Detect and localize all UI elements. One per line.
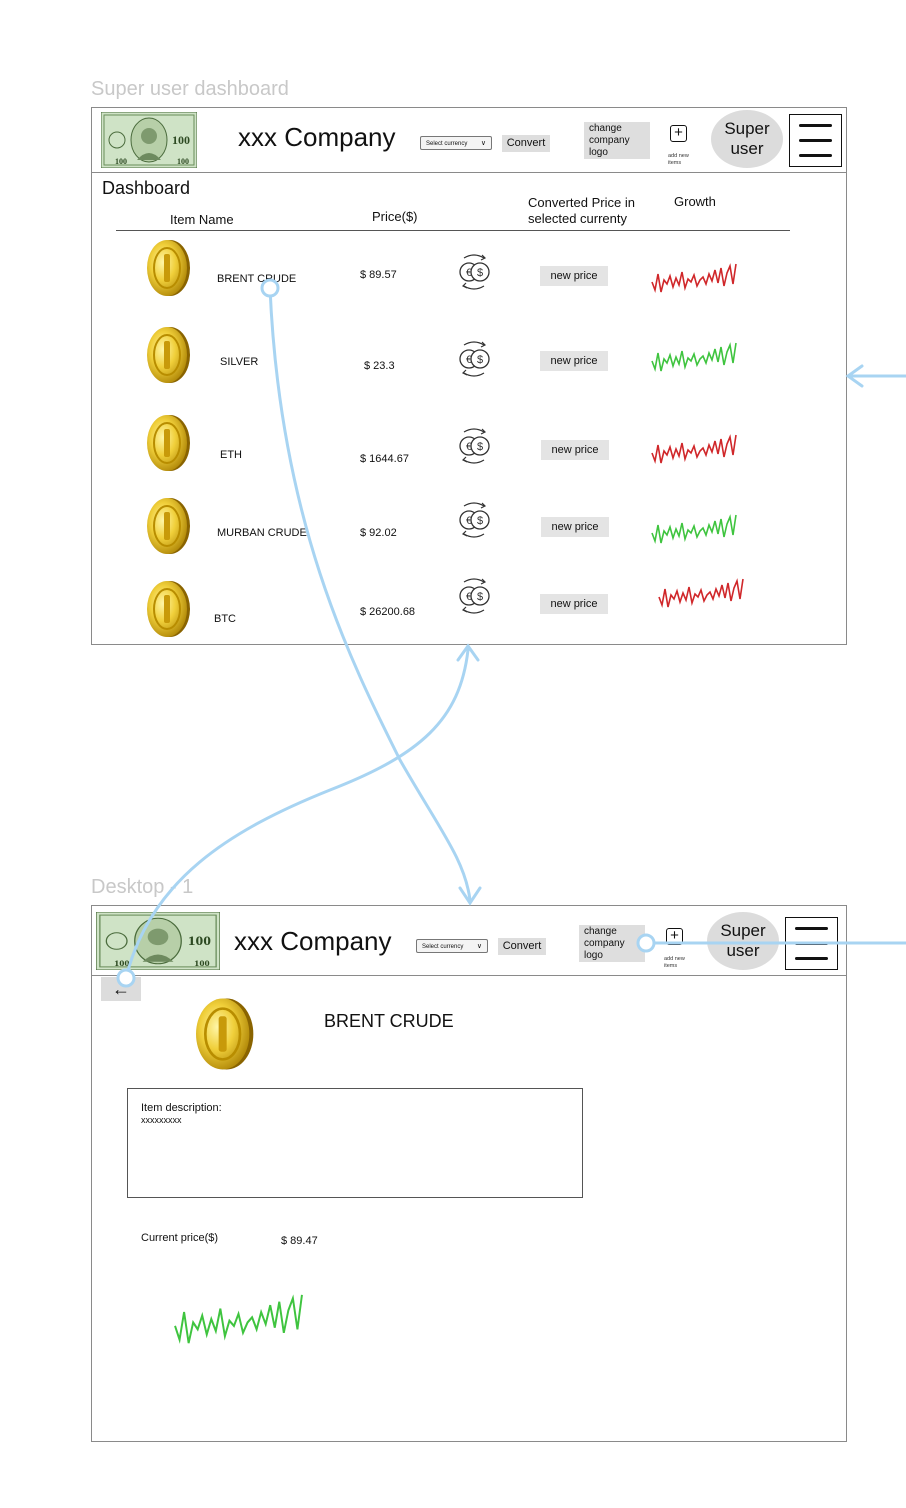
growth-sparkline — [651, 263, 737, 293]
convert-button[interactable]: Convert — [498, 938, 546, 955]
company-name: xxx Company — [238, 122, 396, 152]
dashboard-frame: 100 100 100 xxx Company Select currency … — [91, 107, 847, 645]
dollar-bill-logo-icon[interactable]: 100 100 100 — [96, 912, 220, 970]
column-converted-price: Converted Price in selected currenty — [528, 195, 635, 226]
add-items-label: add new items — [664, 956, 685, 969]
svg-text:100: 100 — [194, 960, 210, 969]
svg-text:100: 100 — [177, 157, 189, 166]
item-price: $ 89.57 — [360, 269, 397, 281]
svg-text:100: 100 — [188, 935, 211, 949]
dollar-bill-logo-icon[interactable]: 100 100 100 — [101, 112, 197, 168]
description-label: Item description: — [141, 1102, 222, 1114]
arrow-left-icon — [845, 364, 906, 388]
svg-text:$: $ — [477, 515, 483, 527]
item-price: $ 1644.67 — [360, 453, 409, 465]
add-item-icon[interactable]: + — [666, 928, 683, 945]
coin-icon — [196, 998, 254, 1070]
currency-select-label: Select currency — [422, 944, 464, 950]
new-price-button[interactable]: new price — [540, 266, 608, 286]
growth-sparkline — [651, 342, 737, 372]
super-user-avatar[interactable]: Super user — [711, 110, 783, 168]
hamburger-menu-icon[interactable] — [785, 917, 838, 970]
new-price-button[interactable]: new price — [540, 594, 608, 614]
item-name[interactable]: BTC — [214, 613, 236, 625]
currency-select-label: Select currency — [426, 141, 468, 147]
item-name[interactable]: ETH — [220, 449, 242, 461]
new-price-button[interactable]: new price — [540, 351, 608, 371]
change-logo-button[interactable]: change company logo — [579, 925, 645, 962]
change-logo-button[interactable]: change company logo — [584, 122, 650, 159]
new-price-button[interactable]: new price — [541, 440, 609, 460]
currency-exchange-icon[interactable]: € $ — [456, 576, 492, 616]
arrow-down-icon — [458, 886, 482, 906]
growth-chart — [174, 1294, 303, 1344]
column-price: Price($) — [372, 209, 418, 224]
svg-text:$: $ — [477, 354, 483, 366]
item-price: $ 23.3 — [364, 360, 395, 372]
column-growth: Growth — [674, 194, 716, 209]
item-name[interactable]: SILVER — [220, 356, 258, 368]
dashboard-frame-label: Super user dashboard — [91, 78, 289, 100]
column-item-name: Item Name — [170, 212, 234, 227]
coin-icon — [147, 581, 190, 637]
add-item-icon[interactable]: + — [670, 125, 687, 142]
detail-frame-label: Desktop - 1 — [91, 876, 194, 898]
hamburger-menu-icon[interactable] — [789, 114, 842, 167]
arrow-up-icon — [456, 643, 480, 662]
svg-text:100: 100 — [172, 133, 190, 147]
growth-sparkline — [651, 434, 737, 464]
description-value: xxxxxxxxx — [141, 1115, 182, 1125]
item-name[interactable]: BRENT CRUDE — [217, 273, 296, 285]
growth-sparkline — [651, 514, 737, 544]
currency-exchange-icon[interactable]: € $ — [456, 252, 492, 292]
chevron-down-icon: ∨ — [476, 943, 482, 950]
coin-icon — [147, 240, 190, 296]
currency-exchange-icon[interactable]: € $ — [456, 500, 492, 540]
super-user-avatar[interactable]: Super user — [707, 912, 779, 970]
convert-button[interactable]: Convert — [502, 135, 550, 152]
current-price-label: Current price($) — [141, 1232, 219, 1244]
svg-text:$: $ — [477, 591, 483, 603]
currency-select[interactable]: Select currency ∨ — [416, 939, 488, 953]
chevron-down-icon: ∨ — [480, 140, 486, 147]
item-price: $ 26200.68 — [360, 606, 416, 618]
svg-text:100: 100 — [114, 960, 130, 969]
svg-text:100: 100 — [115, 157, 127, 166]
detail-frame: 100 100 100 xxx Company Select currency … — [91, 905, 847, 1442]
new-price-button[interactable]: new price — [541, 517, 609, 537]
coin-icon — [147, 415, 190, 471]
coin-icon — [147, 498, 190, 554]
add-items-label: add new items — [668, 153, 689, 166]
svg-text:$: $ — [477, 267, 483, 279]
header-divider — [92, 172, 846, 173]
current-price-value: $ 89.47 — [281, 1235, 318, 1247]
header-divider — [92, 975, 846, 976]
company-name: xxx Company — [234, 926, 392, 956]
currency-select[interactable]: Select currency ∨ — [420, 136, 492, 150]
coin-icon — [147, 327, 190, 383]
growth-sparkline — [658, 578, 744, 608]
currency-exchange-icon[interactable]: € $ — [456, 426, 492, 466]
item-description-box: Item description: xxxxxxxxx — [127, 1088, 583, 1198]
item-title: BRENT CRUDE — [324, 1011, 454, 1031]
dashboard-title: Dashboard — [102, 178, 191, 198]
table-header-divider — [116, 230, 790, 231]
item-name[interactable]: MURBAN CRUDE — [217, 527, 307, 539]
currency-exchange-icon[interactable]: € $ — [456, 339, 492, 379]
svg-text:$: $ — [477, 441, 483, 453]
item-price: $ 92.02 — [360, 527, 397, 539]
back-arrow-icon[interactable]: ← — [101, 977, 141, 1001]
